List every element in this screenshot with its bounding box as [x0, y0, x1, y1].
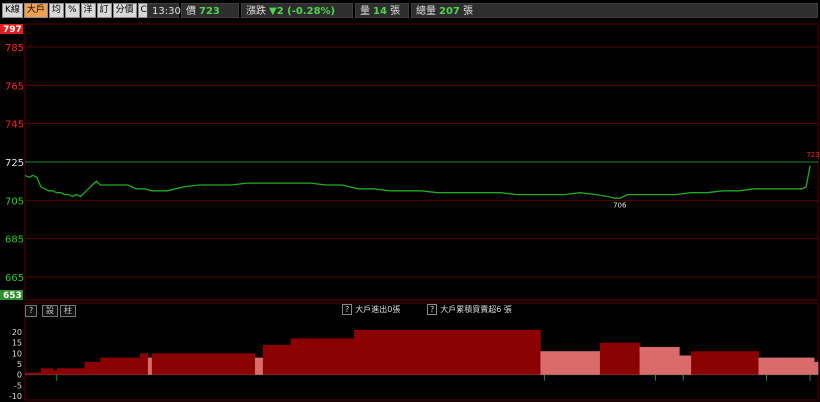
bar-y-tick-1: 15 [12, 339, 22, 348]
view-mode-buttons: K線大戶均%洋訂分價CDP [2, 3, 163, 18]
change-value: ▼2 (-0.28%) [269, 6, 336, 17]
bar-y-tick-6: -10 [9, 392, 22, 401]
large-trader-flow-note: ? 大戶進出0張 [342, 304, 400, 315]
bar-y-tick-0: 20 [12, 328, 22, 337]
bar-segment-8 [151, 353, 256, 375]
settings-button[interactable]: 設 [42, 305, 58, 317]
bar-segment-13 [540, 351, 601, 375]
volume-label: 量 [360, 6, 370, 17]
time-field: 13:30 [147, 3, 181, 18]
price-line [24, 165, 811, 200]
y-tick-label-8: 653 [3, 291, 22, 301]
bar-segment-12 [354, 329, 541, 375]
y-tick-label-4: 725 [5, 158, 24, 169]
view-button-6[interactable]: 分價 [112, 3, 137, 18]
view-button-4[interactable]: 洋 [80, 3, 96, 18]
bar-y-tick-2: 10 [12, 349, 22, 358]
bar-segment-16 [679, 355, 692, 375]
y-tick-label-7: 665 [5, 273, 24, 284]
bar-segment-11 [290, 338, 355, 375]
y-tick-label-5: 705 [5, 196, 24, 207]
bar-segment-0 [25, 372, 42, 375]
bar-segment-14 [599, 342, 640, 375]
total-volume-label: 總量 [416, 6, 436, 17]
price-annotation-1: 723 [806, 151, 819, 159]
y-tick-label-3: 745 [5, 120, 24, 131]
bar-segment-18 [758, 357, 815, 375]
y-tick-label-1: 785 [5, 43, 24, 54]
total-volume-value: 207 [439, 6, 460, 17]
bar-segment-1 [40, 368, 54, 375]
change-label: 漲跌 [246, 6, 266, 17]
bar-segment-9 [254, 357, 264, 375]
bar-y-tick-5: -5 [14, 381, 22, 390]
cumulative-help-icon[interactable]: ? [427, 304, 438, 315]
bar-y-tick-3: 5 [17, 360, 22, 369]
total-volume-unit: 張 [463, 6, 474, 17]
view-button-0[interactable]: K線 [2, 3, 23, 18]
bar-segment-10 [262, 344, 292, 375]
y-tick-label-0: 797 [3, 25, 22, 35]
cumulative-note-text: 大戶累積買賣超6 張 [440, 305, 512, 314]
bar-segment-6 [139, 353, 149, 375]
price-label: 價 [186, 6, 196, 17]
time-value: 13:30 [152, 6, 181, 17]
volume-value: 14 [373, 6, 387, 17]
help-button[interactable]: ? [25, 305, 38, 317]
cumulative-net-note: ? 大戶累積買賣超6 張 [427, 304, 512, 315]
bar-segment-15 [639, 346, 680, 375]
bar-segment-4 [84, 361, 101, 375]
price-chart: 797 785 765 745 725 705 685 665 653 706 723 20 1510 5… [0, 23, 820, 401]
bar-segment-3 [56, 368, 85, 375]
view-button-5[interactable]: 訂 [96, 3, 112, 18]
bar-segment-17 [691, 351, 759, 375]
change-field: 漲跌 ▼2 (-0.28%) [241, 3, 353, 18]
bar-segment-7 [147, 357, 153, 375]
view-button-3[interactable]: % [64, 3, 80, 18]
price-annotation-0: 706 [613, 201, 627, 209]
bar-y-tick-4: 0 [17, 371, 22, 380]
volume-unit: 張 [390, 6, 401, 17]
y-tick-label-2: 765 [5, 81, 24, 92]
toolbar: K線大戶均%洋訂分價CDP 13:30 價723 漲跌▼2 (-0.28%) 量… [0, 0, 820, 20]
flow-help-icon[interactable]: ? [342, 304, 353, 315]
bar-segment-2 [52, 370, 58, 375]
bar-segment-19 [814, 361, 819, 375]
y-tick-label-6: 685 [5, 235, 24, 246]
flow-note-text: 大戶進出0張 [355, 305, 401, 314]
bar-segment-5 [100, 357, 141, 375]
bar-style-button[interactable]: 柱 [60, 305, 76, 317]
view-button-2[interactable]: 均 [48, 3, 64, 18]
price-value: 723 [199, 6, 220, 17]
view-button-1[interactable]: 大戶 [23, 3, 48, 18]
volume-field: 量 14 張 [355, 3, 409, 18]
total-volume-field: 總量 207 張 [411, 3, 818, 18]
price-field: 價 723 [181, 3, 239, 18]
